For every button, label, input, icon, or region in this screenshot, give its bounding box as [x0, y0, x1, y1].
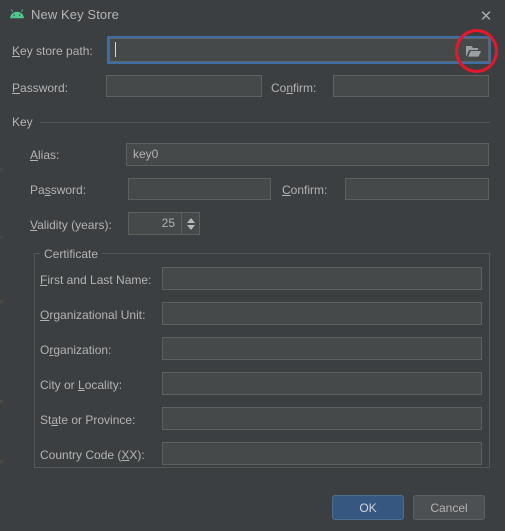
- certificate-country-code-label: Country Code (XX):: [40, 448, 145, 462]
- certificate-city-or-locality-input[interactable]: [162, 372, 482, 395]
- keystore-password-label: Password:: [12, 81, 69, 95]
- stepper-down-icon[interactable]: [186, 224, 195, 230]
- key-password-input[interactable]: [128, 178, 271, 200]
- stepper-up-icon[interactable]: [186, 217, 195, 223]
- edge-artifact: [0, 235, 3, 239]
- title-bar: New Key Store ✕: [0, 0, 505, 30]
- certificate-city-or-locality-label: City or Locality:: [40, 378, 122, 392]
- validity-stepper[interactable]: 25: [128, 212, 200, 235]
- cancel-button[interactable]: Cancel: [413, 495, 485, 520]
- label-mnemonic: O: [40, 308, 50, 322]
- validity-stepper-buttons[interactable]: [181, 213, 199, 234]
- edge-artifact: [0, 460, 3, 463]
- certificate-first-and-last-name-label: First and Last Name:: [40, 273, 151, 287]
- certificate-country-code-input[interactable]: [162, 442, 482, 465]
- certificate-group-title: Certificate: [40, 247, 103, 261]
- keystore-password-input[interactable]: [106, 75, 262, 97]
- label-suffix: te or Province:: [58, 413, 136, 427]
- certificate-organization-label: Organization:: [40, 343, 111, 357]
- alias-value: key0: [133, 147, 159, 161]
- new-key-store-dialog: New Key Store ✕ Key store path: Password…: [0, 0, 505, 531]
- key-group-separator: [40, 122, 490, 123]
- label-prefix: City or: [40, 378, 79, 392]
- key-store-path-input[interactable]: [107, 36, 491, 64]
- certificate-state-or-province-input[interactable]: [162, 407, 482, 430]
- close-icon[interactable]: ✕: [475, 5, 497, 27]
- browse-folder-button[interactable]: [459, 40, 487, 62]
- edge-artifact: [0, 300, 3, 303]
- alias-input[interactable]: key0: [126, 143, 489, 166]
- label-suffix: irst and Last Name:: [47, 273, 152, 287]
- ok-button[interactable]: OK: [332, 495, 404, 520]
- text-caret: [115, 42, 116, 57]
- key-store-path-input-inner: [109, 38, 489, 62]
- key-password-label: Password:: [30, 183, 87, 197]
- edge-artifact: [0, 168, 3, 172]
- certificate-state-or-province-label: State or Province:: [40, 413, 135, 427]
- label-prefix: Country Code (: [40, 448, 122, 462]
- label-suffix: ganization:: [53, 343, 112, 357]
- key-confirm-input[interactable]: [345, 178, 489, 200]
- validity-label: Validity (years):: [30, 218, 112, 232]
- certificate-organizational-unit-input[interactable]: [162, 302, 482, 325]
- key-store-path-label: Key store path:: [12, 44, 93, 58]
- label-suffix: X):: [129, 448, 145, 462]
- key-confirm-label: Confirm:: [282, 183, 328, 197]
- certificate-organizational-unit-label: Organizational Unit:: [40, 308, 145, 322]
- key-group-title: Key: [12, 115, 39, 129]
- label-prefix: O: [40, 343, 50, 357]
- label-prefix: St: [40, 413, 52, 427]
- keystore-confirm-input[interactable]: [333, 75, 489, 97]
- label-mnemonic: L: [78, 378, 85, 392]
- folder-open-icon: [465, 46, 481, 57]
- validity-value: 25: [161, 216, 175, 230]
- android-icon: [10, 9, 24, 19]
- certificate-first-and-last-name-input[interactable]: [162, 267, 482, 290]
- alias-label: Alias:: [30, 148, 60, 162]
- certificate-organization-input[interactable]: [162, 337, 482, 360]
- keystore-confirm-label: Confirm:: [271, 81, 317, 95]
- label-suffix: ocality:: [84, 378, 123, 392]
- label-suffix: rganizational Unit:: [49, 308, 146, 322]
- window-title: New Key Store: [31, 7, 120, 22]
- edge-artifact: [0, 400, 3, 403]
